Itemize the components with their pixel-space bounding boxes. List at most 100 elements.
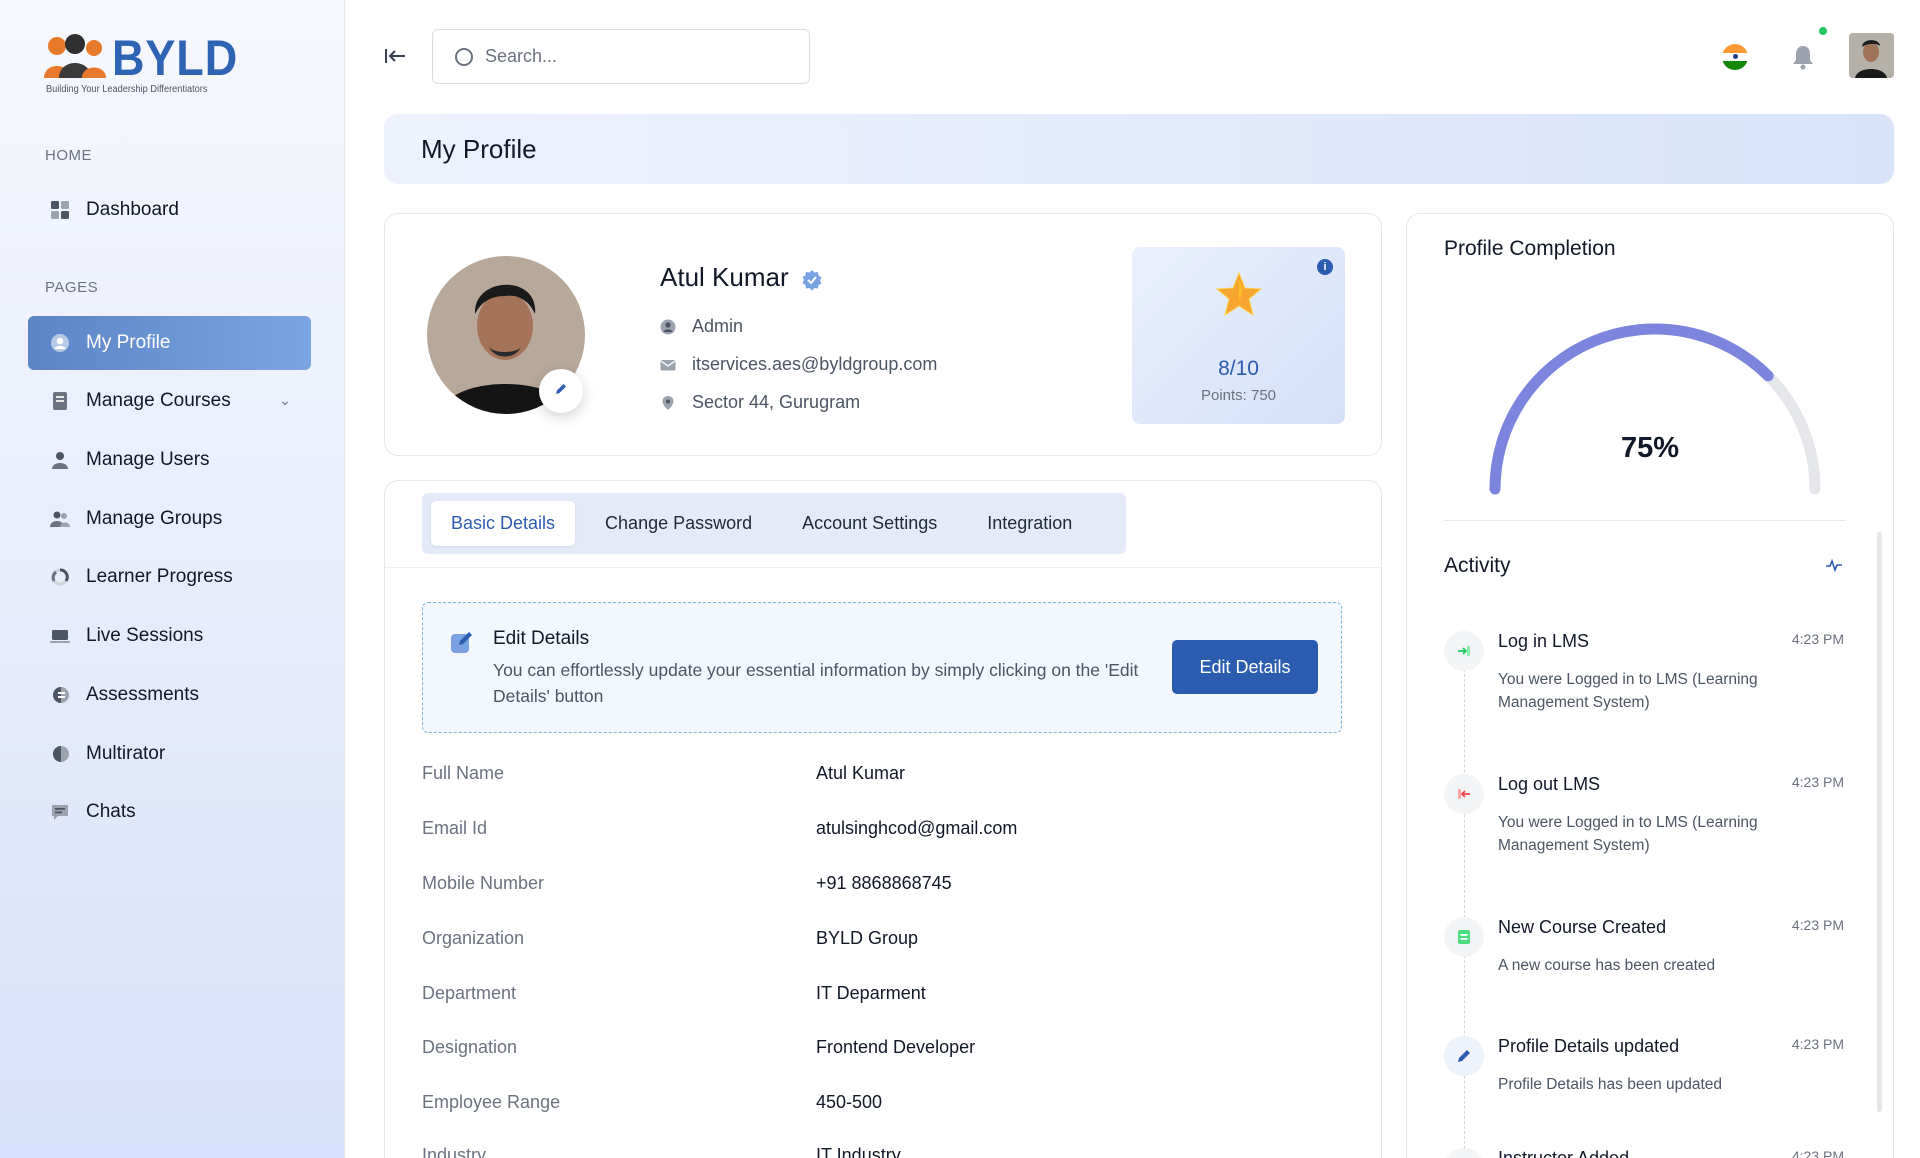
detail-value: IT Industry: [816, 1145, 901, 1158]
divider: [1444, 520, 1846, 521]
sidebar-item-multirator[interactable]: Multirator: [28, 727, 311, 781]
edit-document-icon: [449, 629, 475, 655]
search-input[interactable]: [485, 46, 785, 67]
sidebar-item-chats[interactable]: Chats: [28, 785, 311, 839]
detail-label: Industry: [422, 1145, 487, 1158]
activity-title-text: Log out LMS: [1498, 774, 1601, 794]
detail-value: BYLD Group: [816, 928, 919, 948]
user-avatar[interactable]: [1849, 33, 1894, 78]
detail-row: Organization BYLD Group: [422, 928, 1342, 958]
activity-title-text: New Course Created: [1498, 917, 1667, 937]
assessment-icon: [50, 685, 70, 705]
info-icon[interactable]: i: [1317, 259, 1333, 275]
tab-change-password[interactable]: Change Password: [585, 501, 772, 546]
profile-tabs: Basic Details Change Password Account Se…: [422, 493, 1126, 554]
brand-logo[interactable]: BYLD Building Your Leadership Differenti…: [42, 33, 252, 95]
activity-desc: Profile Details has been updated: [1498, 1076, 1723, 1093]
activity-title-text: Profile Details updated: [1498, 1036, 1680, 1056]
detail-row: Email Id atulsinghcod@gmail.com: [422, 818, 1342, 848]
sidebar-item-learner-progress[interactable]: Learner Progress: [28, 550, 311, 604]
sidebar-item-dashboard[interactable]: Dashboard: [28, 183, 311, 237]
profile-location: Sector 44, Gurugram: [692, 392, 861, 412]
sidebar-item-label: Learner Progress: [86, 566, 233, 587]
tab-basic-details[interactable]: Basic Details: [431, 501, 576, 546]
sidebar-item-manage-groups[interactable]: Manage Groups: [28, 492, 311, 546]
activity-time: 4:23 PM: [1791, 1148, 1844, 1158]
points-value: Points: 750: [1200, 387, 1277, 404]
activity-pulse-icon[interactable]: [1825, 557, 1843, 578]
completion-percent: 75%: [1620, 432, 1680, 464]
profile-location-row: Sector 44, Gurugram: [660, 392, 860, 413]
score-card: i 8/10 Points: 750: [1132, 247, 1345, 424]
course-icon: [1444, 917, 1484, 957]
india-flag-icon[interactable]: [1722, 44, 1748, 70]
sidebar-item-label: My Profile: [86, 332, 171, 353]
sidebar-item-label: Dashboard: [86, 199, 179, 220]
sidebar-item-my-profile[interactable]: My Profile: [28, 316, 311, 370]
activity-time: 4:23 PM: [1791, 917, 1844, 933]
search-icon: [455, 47, 473, 66]
sidebar-item-assessments[interactable]: Assessments: [28, 668, 311, 722]
sidebar-item-label: Chats: [86, 801, 136, 822]
notice-text: You can effortlessly update your essenti…: [493, 660, 1139, 706]
detail-value: Atul Kumar: [816, 763, 906, 783]
instructor-icon: [1444, 1148, 1484, 1158]
profile-name: Atul Kumar: [660, 262, 789, 292]
profile-email-row: itservices.aes@byldgroup.com: [660, 354, 937, 375]
chevron-down-icon[interactable]: ⌄: [279, 392, 291, 409]
bell-icon[interactable]: [1791, 44, 1815, 70]
score-value: 8/10: [1218, 357, 1259, 380]
divider: [385, 567, 1381, 568]
mail-icon: [660, 357, 676, 373]
page-header: My Profile: [384, 114, 1894, 184]
detail-row: Designation Frontend Developer: [422, 1037, 1342, 1067]
tab-integration[interactable]: Integration: [967, 501, 1092, 546]
sidebar-item-live-sessions[interactable]: Live Sessions: [28, 609, 311, 663]
detail-value: Frontend Developer: [816, 1037, 976, 1057]
notice-title: Edit Details: [493, 628, 590, 649]
location-pin-icon: [660, 395, 676, 411]
sidebar-item-label: Manage Users: [86, 449, 210, 470]
profile-role-row: Admin: [660, 316, 743, 337]
search-box[interactable]: [432, 29, 810, 84]
detail-row: Mobile Number +91 8868868745: [422, 873, 1342, 903]
group-icon: [50, 509, 70, 529]
detail-label: Email Id: [422, 818, 488, 838]
sidebar-item-manage-users[interactable]: Manage Users: [28, 433, 311, 487]
sidebar-item-label: Manage Groups: [86, 508, 223, 529]
user-icon: [660, 319, 676, 335]
detail-row: Department IT Deparment: [422, 983, 1342, 1013]
brand-tagline: Building Your Leadership Differentiators: [46, 84, 208, 95]
activity-title-text: Instructor Added: [1498, 1148, 1630, 1158]
progress-icon: [50, 567, 70, 587]
page-title: My Profile: [421, 133, 537, 164]
logout-icon: [1444, 774, 1484, 814]
profile-email: itservices.aes@byldgroup.com: [692, 354, 938, 374]
detail-row: Employee Range 450-500: [422, 1092, 1342, 1122]
courses-icon: [50, 391, 70, 411]
edit-photo-button[interactable]: [539, 369, 583, 413]
activity-desc: A new course has been created: [1498, 957, 1716, 974]
edit-details-button[interactable]: Edit Details: [1172, 640, 1318, 694]
activity-scrollbar[interactable]: [1877, 532, 1882, 1112]
activity-title: Activity: [1444, 554, 1511, 577]
completion-gauge: [1489, 323, 1821, 495]
detail-label: Mobile Number: [422, 873, 545, 893]
section-label-home: HOME: [45, 147, 92, 164]
profile-role: Admin: [692, 316, 744, 336]
tab-account-settings[interactable]: Account Settings: [782, 501, 957, 546]
sidebar-item-label: Assessments: [86, 684, 199, 705]
profile-completion-title: Profile Completion: [1444, 237, 1616, 260]
chat-icon: [50, 802, 70, 822]
sidebar-item-label: Live Sessions: [86, 625, 204, 646]
collapse-sidebar-icon[interactable]: [385, 44, 407, 70]
activity-time: 4:23 PM: [1791, 774, 1844, 790]
detail-label: Employee Range: [422, 1092, 561, 1112]
activity-desc: You were Logged in to LMS (Learning Mana…: [1498, 671, 1758, 711]
detail-value: +91 8868868745: [816, 873, 952, 893]
sidebar-item-manage-courses[interactable]: Manage Courses ⌄: [28, 374, 311, 428]
sidebar: BYLD Building Your Leadership Differenti…: [0, 0, 345, 1158]
sidebar-item-label: Manage Courses: [86, 390, 231, 411]
multirator-icon: [50, 744, 70, 764]
detail-value: 450-500: [816, 1092, 883, 1112]
